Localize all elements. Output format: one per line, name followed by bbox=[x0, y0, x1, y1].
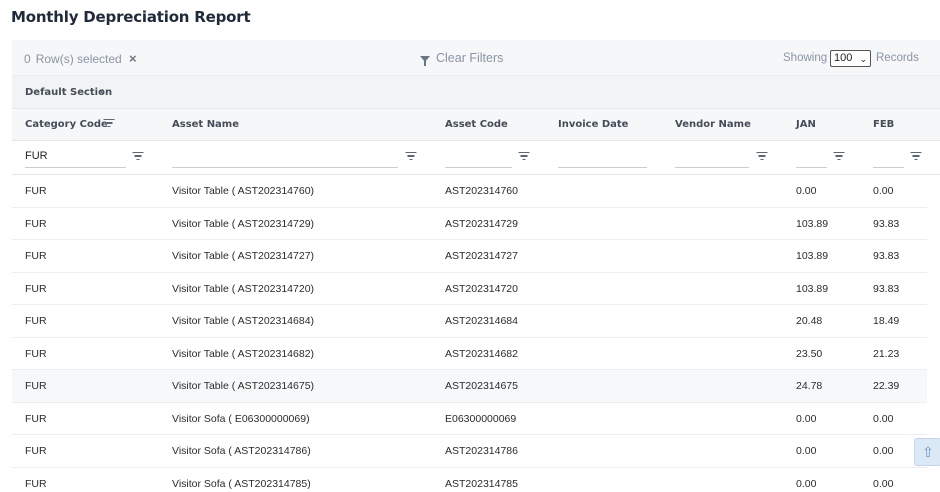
table-row[interactable]: FUR Visitor Table ( AST202314760) AST20231… bbox=[12, 175, 927, 208]
arrow-up-icon: ⇧ bbox=[922, 443, 934, 460]
cell-category-code: FUR bbox=[25, 445, 47, 457]
category-sort-filter-icon[interactable] bbox=[103, 119, 114, 127]
cell-asset-code: AST202314785 bbox=[445, 477, 518, 490]
cell-feb: 93.83 bbox=[873, 217, 900, 230]
column-header-asset-code[interactable]: Asset Code bbox=[445, 119, 508, 130]
clear-filters-button[interactable]: Clear Filters bbox=[420, 51, 503, 66]
cell-category-code: FUR bbox=[25, 347, 47, 360]
category-filter-input[interactable]: FUR bbox=[25, 147, 126, 168]
feb-filter-input[interactable] bbox=[873, 147, 904, 168]
cell-jan: 0.00 bbox=[796, 445, 817, 457]
cell-asset-name: Visitor Table ( AST202314675) bbox=[172, 380, 315, 392]
asset-code-filter-icon[interactable] bbox=[518, 152, 529, 160]
cell-category-code: FUR bbox=[25, 185, 47, 197]
cell-jan: 103.89 bbox=[796, 217, 829, 230]
asset-name-filter-icon[interactable] bbox=[405, 152, 416, 160]
table-row[interactable]: FUR Visitor Sofa ( E06300000069) E06300000… bbox=[12, 403, 927, 435]
cell-jan: 24.78 bbox=[796, 380, 823, 392]
table-row[interactable]: FUR Visitor Table ( AST202314720) AST20231… bbox=[12, 273, 927, 305]
cell-asset-name: Visitor Sofa ( AST202314785) bbox=[172, 477, 311, 490]
cell-feb: 21.23 bbox=[873, 347, 900, 360]
feb-filter-icon[interactable] bbox=[910, 152, 921, 160]
grid-body: FUR Visitor Table ( AST202314760) AST20231… bbox=[12, 175, 927, 492]
cell-asset-code: E06300000069 bbox=[445, 412, 517, 425]
cell-category-code: FUR bbox=[25, 477, 47, 490]
cell-asset-name: Visitor Table ( AST202314727) bbox=[172, 250, 315, 262]
cell-jan: 103.89 bbox=[796, 282, 829, 295]
cell-category-code: FUR bbox=[25, 380, 47, 392]
jan-filter-input[interactable] bbox=[796, 147, 827, 168]
cell-asset-name: Visitor Sofa ( AST202314786) bbox=[172, 445, 311, 457]
cell-asset-code: AST202314729 bbox=[445, 217, 518, 230]
column-header-jan[interactable]: JAN bbox=[796, 119, 816, 130]
asset-code-filter-input[interactable] bbox=[445, 147, 512, 168]
cell-feb: 18.49 bbox=[873, 315, 900, 327]
grid-toolbar: 0 Row(s) selected × Clear Filters Showing… bbox=[12, 40, 940, 76]
records-per-page-select[interactable]: 100 ⌄ bbox=[830, 50, 871, 67]
cell-category-code: FUR bbox=[25, 315, 47, 327]
cell-jan: 0.00 bbox=[796, 477, 817, 490]
table-row[interactable]: FUR Visitor Table ( AST202314682) AST20231… bbox=[12, 338, 927, 370]
cell-jan: 20.48 bbox=[796, 315, 823, 327]
cell-asset-name: Visitor Sofa ( E06300000069) bbox=[172, 412, 310, 425]
column-header-asset-name[interactable]: Asset Name bbox=[172, 119, 239, 130]
chevron-down-icon: ⌄ bbox=[859, 54, 867, 64]
selected-rows-count: 0 Row(s) selected bbox=[24, 52, 122, 66]
cell-jan: 103.89 bbox=[796, 250, 829, 262]
cell-feb: 93.83 bbox=[873, 282, 900, 295]
table-row[interactable]: FUR Visitor Table ( AST202314675) AST20231… bbox=[12, 370, 927, 403]
grid-header-row: Category Code Asset Name Asset Code Invo… bbox=[12, 109, 940, 141]
report-card: 0 Row(s) selected × Clear Filters Showing… bbox=[12, 40, 940, 492]
cell-jan: 0.00 bbox=[796, 185, 817, 197]
showing-label: Showing bbox=[783, 52, 828, 64]
cell-category-code: FUR bbox=[25, 217, 47, 230]
cell-asset-name: Visitor Table ( AST202314760) bbox=[172, 185, 315, 197]
cell-category-code: FUR bbox=[25, 250, 47, 262]
cell-asset-code: AST202314675 bbox=[445, 380, 518, 392]
category-filter-icon[interactable] bbox=[132, 152, 143, 160]
cell-asset-code: AST202314684 bbox=[445, 315, 518, 327]
cell-feb: 0.00 bbox=[873, 185, 894, 197]
scroll-to-top-button[interactable]: ⇧ bbox=[914, 438, 940, 466]
cell-asset-code: AST202314720 bbox=[445, 282, 518, 295]
table-row[interactable]: FUR Visitor Table ( AST202314684) AST20231… bbox=[12, 305, 927, 338]
column-filter-row: FUR bbox=[12, 141, 940, 175]
section-header[interactable]: Default Section ‹ bbox=[12, 76, 940, 109]
cell-asset-name: Visitor Table ( AST202314682) bbox=[172, 347, 315, 360]
cell-asset-name: Visitor Table ( AST202314720) bbox=[172, 282, 315, 295]
records-label: Records bbox=[876, 52, 919, 64]
cell-asset-code: AST202314760 bbox=[445, 185, 518, 197]
cell-feb: 93.83 bbox=[873, 250, 900, 262]
clear-selection-icon[interactable]: × bbox=[129, 51, 137, 66]
vendor-name-filter-input[interactable] bbox=[675, 147, 749, 168]
table-row[interactable]: FUR Visitor Sofa ( AST202314785) AST202314… bbox=[12, 468, 927, 492]
cell-asset-name: Visitor Table ( AST202314684) bbox=[172, 315, 315, 327]
cell-feb: 0.00 bbox=[873, 445, 894, 457]
table-row[interactable]: FUR Visitor Table ( AST202314727) AST20231… bbox=[12, 240, 927, 273]
cell-jan: 23.50 bbox=[796, 347, 823, 360]
cell-asset-code: AST202314727 bbox=[445, 250, 518, 262]
cell-category-code: FUR bbox=[25, 412, 47, 425]
filter-funnel-icon bbox=[420, 56, 430, 66]
cell-asset-code: AST202314682 bbox=[445, 347, 518, 360]
cell-feb: 22.39 bbox=[873, 380, 900, 392]
cell-feb: 0.00 bbox=[873, 412, 894, 425]
cell-asset-name: Visitor Table ( AST202314729) bbox=[172, 217, 315, 230]
cell-asset-code: AST202314786 bbox=[445, 445, 518, 457]
table-row[interactable]: FUR Visitor Table ( AST202314729) AST20231… bbox=[12, 208, 927, 240]
vendor-name-filter-icon[interactable] bbox=[756, 152, 767, 160]
column-header-vendor-name[interactable]: Vendor Name bbox=[675, 119, 751, 130]
cell-category-code: FUR bbox=[25, 282, 47, 295]
table-row[interactable]: FUR Visitor Sofa ( AST202314786) AST202314… bbox=[12, 435, 927, 468]
cell-jan: 0.00 bbox=[796, 412, 817, 425]
cell-feb: 0.00 bbox=[873, 477, 894, 490]
column-header-invoice-date[interactable]: Invoice Date bbox=[558, 119, 628, 130]
column-header-category-code[interactable]: Category Code bbox=[25, 119, 108, 130]
invoice-date-filter-input[interactable] bbox=[558, 147, 647, 168]
page-title: Monthly Depreciation Report bbox=[11, 8, 251, 26]
asset-name-filter-input[interactable] bbox=[172, 147, 398, 168]
column-header-feb[interactable]: FEB bbox=[873, 119, 894, 130]
chevron-left-icon[interactable]: ‹ bbox=[100, 84, 104, 98]
jan-filter-icon[interactable] bbox=[833, 152, 844, 160]
